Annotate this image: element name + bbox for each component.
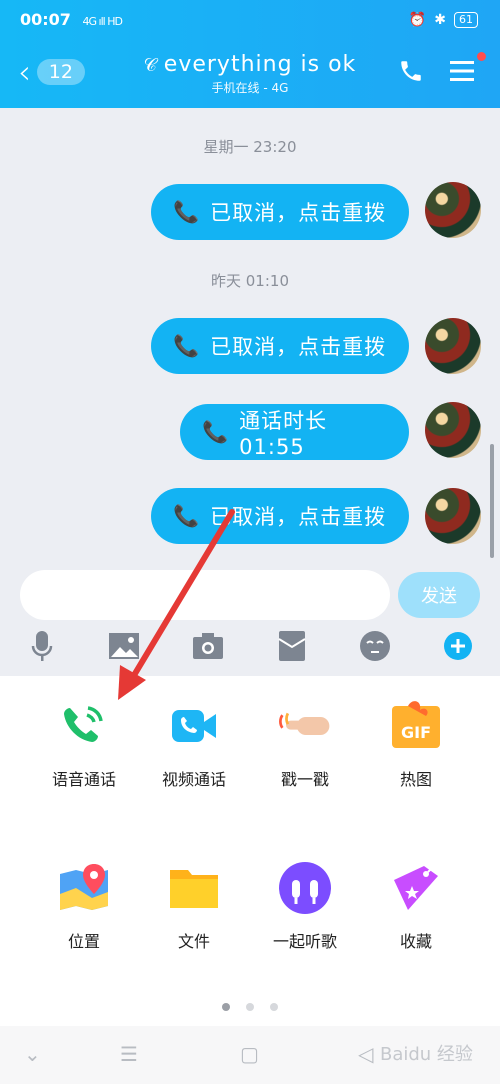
favorites-label: 收藏	[399, 932, 432, 951]
message-text: 通话时长 01:55	[239, 409, 328, 459]
avatar[interactable]	[425, 402, 481, 458]
time-label: 昨天 01:10	[211, 272, 289, 290]
image-icon[interactable]	[106, 628, 142, 664]
mic-icon[interactable]	[24, 628, 60, 664]
avatar[interactable]	[425, 488, 481, 544]
page-dot[interactable]	[246, 1003, 254, 1011]
message-input[interactable]	[20, 570, 390, 620]
file-label: 文件	[177, 932, 210, 951]
home-icon[interactable]: ▢	[240, 1042, 259, 1066]
alarm-icon: ⏰	[408, 12, 427, 28]
status-time: 00:07	[20, 10, 71, 29]
page-dot[interactable]	[270, 1003, 278, 1011]
poke-button[interactable]: 戳一戳	[245, 698, 365, 790]
favorite-icon	[388, 860, 444, 916]
voice-call-icon	[56, 698, 112, 754]
avatar[interactable]	[425, 318, 481, 374]
back-nav-icon[interactable]: ◁	[358, 1042, 373, 1066]
voice-call-button[interactable]: 语音通话	[24, 698, 144, 790]
listen-together-button[interactable]: 一起听歌	[245, 860, 365, 952]
input-toolbar	[0, 628, 500, 672]
call-message-bubble[interactable]: 📞 已取消，点击重拨	[151, 488, 409, 544]
scrollbar[interactable]	[490, 444, 494, 558]
emoji-icon[interactable]	[357, 628, 393, 664]
phone-call-icon[interactable]	[398, 58, 424, 84]
listen-together-label: 一起听歌	[272, 932, 337, 951]
avatar[interactable]	[425, 182, 481, 238]
battery-indicator: 61	[454, 12, 478, 28]
chat-title-area[interactable]: 𝒞everything is ok 手机在线 - 4G	[130, 52, 370, 96]
message-text: 已取消，点击重拨	[210, 335, 387, 359]
call-message-bubble[interactable]: 📞 已取消，点击重拨	[151, 318, 409, 374]
svg-text:GIF: GIF	[401, 723, 431, 742]
menu-icon[interactable]	[448, 58, 476, 84]
status-right: ⏰ ✱ 61	[409, 12, 478, 28]
network-indicator: 4G ıll HD	[82, 15, 123, 28]
message-text: 已取消，点击重拨	[210, 201, 387, 225]
page-indicator	[0, 996, 500, 1015]
gif-button[interactable]: GIF 热图	[356, 698, 476, 790]
status-bar: 00:07 4G ıll HD	[20, 10, 123, 29]
gif-label: 热图	[399, 770, 432, 789]
notification-dot	[477, 52, 486, 61]
poke-label: 戳一戳	[280, 770, 329, 789]
favorites-button[interactable]: 收藏	[356, 860, 476, 952]
send-button[interactable]: 发送	[398, 572, 480, 618]
chevron-left-icon: ‹	[18, 53, 31, 91]
plus-icon[interactable]	[440, 628, 476, 664]
poke-icon	[277, 698, 333, 754]
chat-header: 00:07 4G ıll HD ⏰ ✱ 61 ‹ 12 𝒞everything …	[0, 0, 500, 108]
watermark: Baidu 经验	[380, 1044, 473, 1065]
chat-subtitle: 手机在线 - 4G	[211, 81, 289, 95]
recents-icon[interactable]: ☰	[120, 1042, 138, 1066]
gif-icon: GIF	[388, 698, 444, 754]
call-message-bubble[interactable]: 📞 已取消，点击重拨	[151, 184, 409, 240]
video-call-label: 视频通话	[161, 770, 226, 789]
phone-icon: 📞	[173, 199, 201, 224]
video-call-button[interactable]: 视频通话	[134, 698, 254, 790]
page-dot-active[interactable]	[222, 1003, 230, 1011]
message-text: 已取消，点击重拨	[210, 505, 387, 529]
red-packet-icon[interactable]	[274, 628, 310, 664]
unread-badge: 12	[36, 59, 85, 85]
folder-icon	[166, 860, 222, 916]
phone-icon: 📞	[173, 503, 201, 528]
chat-area[interactable]: 星期一 23:20 📞 已取消，点击重拨 昨天 01:10 📞 已取消，点击重拨 📞…	[0, 108, 500, 568]
file-button[interactable]: 文件	[134, 860, 254, 952]
voice-call-label: 语音通话	[51, 770, 116, 789]
headphones-icon	[277, 860, 333, 916]
location-icon	[56, 860, 112, 916]
function-panel: 语音通话 视频通话 戳一戳 GIF 热图 位置 文件 一起听歌 收藏	[0, 676, 500, 1026]
chat-title: everything is ok	[163, 52, 357, 77]
video-call-icon	[166, 698, 222, 754]
chevron-down-icon[interactable]: ⌄	[24, 1042, 41, 1066]
system-nav-bar: ⌄ ☰ ▢ ◁ Baidu 经验	[0, 1026, 500, 1084]
phone-icon: 📞	[202, 419, 230, 444]
call-message-bubble[interactable]: 📞 通话时长 01:55	[180, 404, 409, 460]
phone-icon: 📞	[173, 333, 201, 358]
back-button[interactable]: ‹ 12	[18, 53, 85, 91]
location-button[interactable]: 位置	[24, 860, 144, 952]
camera-icon[interactable]	[190, 628, 226, 664]
ear-icon: 𝒞	[143, 55, 158, 76]
location-label: 位置	[67, 932, 100, 951]
time-label: 星期一 23:20	[203, 138, 297, 156]
bluetooth-icon: ✱	[434, 12, 446, 28]
